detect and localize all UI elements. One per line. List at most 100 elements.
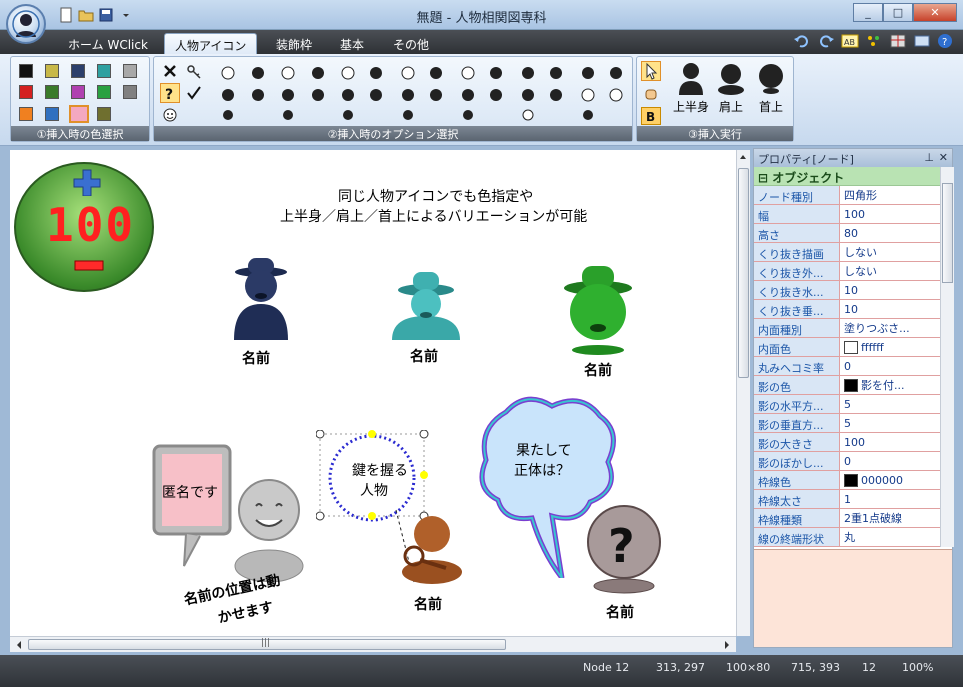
property-value[interactable]: 5	[840, 414, 940, 432]
color-swatch-black[interactable]	[19, 64, 33, 78]
property-row[interactable]: 枠線種類 2重1点破線	[754, 509, 940, 528]
property-value[interactable]: 80	[840, 224, 940, 242]
person-icon-green[interactable]	[556, 262, 640, 356]
insert-neck-button[interactable]: 首上	[753, 61, 789, 125]
insert-upper-button[interactable]: 上半身	[671, 61, 711, 125]
redo-icon[interactable]	[817, 33, 835, 49]
property-row[interactable]: 影の大きさ 100	[754, 433, 940, 452]
counter-widget[interactable]: 100	[14, 162, 154, 292]
property-value[interactable]: しない	[840, 262, 940, 280]
property-close-icon[interactable]: ✕	[939, 151, 948, 164]
person-icon-teal[interactable]	[386, 268, 466, 342]
color-swatch-purple[interactable]	[71, 85, 85, 99]
grid-icon[interactable]	[889, 33, 907, 49]
property-row[interactable]: 高さ 80	[754, 224, 940, 243]
property-row[interactable]: 影の水平方... 5	[754, 395, 940, 414]
property-row[interactable]: 内面種別 塗りつぶさ...	[754, 319, 940, 338]
question-icon-selected[interactable]: ?	[160, 83, 180, 103]
property-value[interactable]: 塗りつぶさ...	[840, 319, 940, 337]
speech-box-anonymous[interactable]	[150, 442, 236, 572]
delete-x-icon[interactable]	[162, 63, 178, 79]
property-value[interactable]: 5	[840, 395, 940, 413]
color-swatch-navy[interactable]	[71, 64, 85, 78]
diagram-canvas[interactable]: 100 同じ人物アイコンでも色指定や 上半身／肩上／首上によるバリエーションが可…	[10, 150, 736, 636]
person-icon-brown-key[interactable]	[394, 512, 470, 584]
property-row[interactable]: 影のぼかし... 0	[754, 452, 940, 471]
close-button[interactable]: ✕	[913, 3, 957, 22]
property-category[interactable]: ⊟ オブジェクト	[754, 167, 940, 186]
color-swatch-orange[interactable]	[19, 107, 33, 121]
plus-icon[interactable]	[72, 168, 102, 196]
property-value[interactable]: 1	[840, 490, 940, 508]
scroll-left-icon[interactable]	[12, 638, 26, 652]
property-value[interactable]: 000000	[840, 471, 940, 489]
key-icon[interactable]	[186, 63, 202, 79]
property-row[interactable]: 幅 100	[754, 205, 940, 224]
property-row[interactable]: 内面色 ffffff	[754, 338, 940, 357]
property-value[interactable]: 10	[840, 281, 940, 299]
undo-icon[interactable]	[793, 33, 811, 49]
property-row[interactable]: くり抜き描画 しない	[754, 243, 940, 262]
tab-home[interactable]: ホーム WClick	[58, 33, 158, 54]
minus-icon[interactable]	[74, 260, 104, 272]
canvas-horizontal-scrollbar[interactable]: |||	[10, 636, 736, 652]
property-row[interactable]: 線の終端形状丸	[754, 528, 940, 547]
name-label-teal[interactable]: 名前	[410, 346, 438, 366]
text-box-icon[interactable]: AB	[841, 33, 859, 49]
property-value[interactable]: 四角形	[840, 186, 940, 204]
canvas-vertical-scrollbar[interactable]	[736, 150, 750, 636]
tab-person-icons[interactable]: 人物アイコン	[164, 33, 258, 54]
name-label-navy[interactable]: 名前	[242, 348, 270, 368]
color-swatch-green[interactable]	[97, 85, 111, 99]
scroll-right-icon[interactable]	[720, 638, 734, 652]
minimize-button[interactable]: _	[853, 3, 883, 22]
person-icon-navy[interactable]	[226, 256, 296, 344]
property-value[interactable]: 100	[840, 433, 940, 451]
property-row[interactable]: 影の色 影を付...	[754, 376, 940, 395]
color-swatch-red[interactable]	[19, 85, 33, 99]
color-swatch-pink-selected[interactable]	[69, 105, 89, 123]
mask-icon[interactable]	[162, 107, 178, 123]
property-row[interactable]: 影の垂直方... 5	[754, 414, 940, 433]
property-row[interactable]: 枠線色 000000	[754, 471, 940, 490]
property-value[interactable]: しない	[840, 243, 940, 261]
property-row[interactable]: 枠線太さ 1	[754, 490, 940, 509]
hand-icon[interactable]	[643, 85, 659, 101]
insert-shoulder-button[interactable]: 肩上	[713, 61, 749, 125]
person-icon-option-grid[interactable]	[214, 61, 634, 123]
property-scrollbar[interactable]	[940, 167, 954, 547]
app-menu-button[interactable]	[6, 4, 46, 44]
color-swatch-teal[interactable]	[97, 64, 111, 78]
color-swatch-olive[interactable]	[45, 64, 59, 78]
property-row[interactable]: ノード種別 四角形	[754, 186, 940, 205]
name-label-green[interactable]: 名前	[584, 360, 612, 380]
color-swatch-khaki[interactable]	[97, 107, 111, 121]
property-value[interactable]: 10	[840, 300, 940, 318]
property-row[interactable]: 丸みヘコミ率 0	[754, 357, 940, 376]
maximize-button[interactable]: □	[883, 3, 913, 22]
person-icon-gray[interactable]	[232, 476, 306, 582]
tab-decoration[interactable]: 装飾枠	[266, 33, 322, 54]
person-icon-question[interactable]: ?	[582, 504, 666, 594]
name-label-brown[interactable]: 名前	[414, 594, 442, 614]
color-swatch-blue[interactable]	[45, 107, 59, 121]
collapse-icon[interactable]: ⊟	[758, 171, 772, 185]
check-icon[interactable]	[186, 85, 202, 101]
property-scroll-thumb[interactable]	[942, 183, 953, 283]
property-row[interactable]: くり抜き水... 10	[754, 281, 940, 300]
color-swatch-gray[interactable]	[123, 85, 137, 99]
vertical-scroll-thumb[interactable]	[738, 168, 749, 378]
name-label-question[interactable]: 名前	[606, 602, 634, 622]
property-row[interactable]: くり抜き垂... 10	[754, 300, 940, 319]
property-value[interactable]: ffffff	[840, 338, 940, 356]
color-swatch-dark-green[interactable]	[45, 85, 59, 99]
pointer-icon-selected[interactable]	[641, 61, 661, 81]
node-dots-icon[interactable]	[865, 33, 883, 49]
property-value[interactable]: 0	[840, 452, 940, 470]
tab-other[interactable]: その他	[383, 33, 439, 54]
property-value[interactable]: 100	[840, 205, 940, 223]
pin-icon[interactable]: ⊥	[924, 151, 934, 164]
layout-icon[interactable]	[913, 33, 931, 49]
property-row[interactable]: くり抜き外... しない	[754, 262, 940, 281]
scroll-up-icon[interactable]	[737, 150, 749, 164]
